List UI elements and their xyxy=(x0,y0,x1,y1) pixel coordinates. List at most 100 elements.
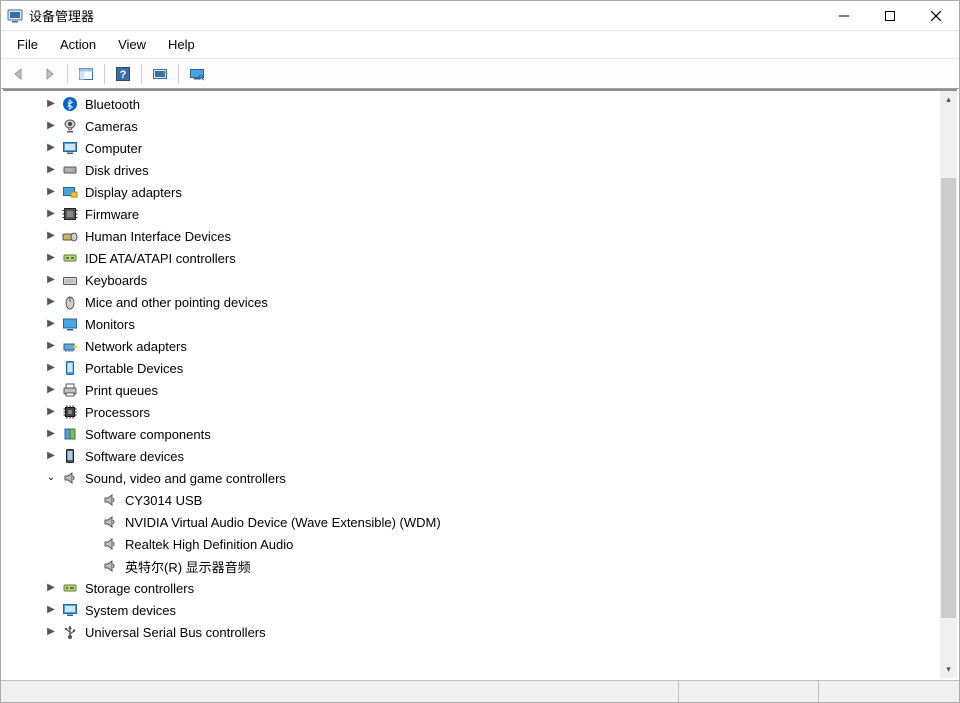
chevron-right-icon[interactable]: ▶ xyxy=(43,117,59,133)
ide-controller-icon xyxy=(61,250,79,266)
tree-item-monitors[interactable]: ▶ Monitors xyxy=(3,313,940,335)
tree-item-processors[interactable]: ▶ Processors xyxy=(3,401,940,423)
tree-item-cameras[interactable]: ▶ Cameras xyxy=(3,115,940,137)
chevron-right-icon[interactable]: ▶ xyxy=(43,293,59,309)
tree-item-sound[interactable]: ⌄ Sound, video and game controllers xyxy=(3,467,940,489)
tree-item-mice[interactable]: ▶ Mice and other pointing devices xyxy=(3,291,940,313)
chevron-right-icon[interactable]: ▶ xyxy=(43,447,59,463)
menu-file[interactable]: File xyxy=(7,33,48,56)
device-tree: ▶ Bluetooth ▶ Cameras ▶ Compu xyxy=(3,89,957,678)
speaker-icon xyxy=(101,492,119,508)
tree-item-usb-controllers[interactable]: ▶ Universal Serial Bus controllers xyxy=(3,621,940,643)
monitor-icon xyxy=(61,316,79,332)
tree-item-bluetooth[interactable]: ▶ Bluetooth xyxy=(3,93,940,115)
tree-item-display-adapters[interactable]: ▶ Display adapters xyxy=(3,181,940,203)
scroll-up-button[interactable]: ▴ xyxy=(940,91,957,108)
maximize-button[interactable] xyxy=(867,1,913,30)
software-device-icon xyxy=(61,448,79,464)
menu-help[interactable]: Help xyxy=(158,33,205,56)
minimize-button[interactable] xyxy=(821,1,867,30)
chevron-right-icon[interactable]: ▶ xyxy=(43,579,59,595)
status-cell xyxy=(679,681,819,702)
hid-icon xyxy=(61,228,79,244)
tree-item-hid[interactable]: ▶ Human Interface Devices xyxy=(3,225,940,247)
tree-item-network-adapters[interactable]: ▶ Network adapters xyxy=(3,335,940,357)
bluetooth-icon xyxy=(61,96,79,112)
chevron-right-icon[interactable]: ▶ xyxy=(43,227,59,243)
window-title: 设备管理器 xyxy=(29,6,94,25)
menu-action[interactable]: Action xyxy=(50,33,106,56)
tree-item-label: Sound, video and game controllers xyxy=(85,471,286,486)
display-adapter-icon xyxy=(61,184,79,200)
vertical-scrollbar[interactable]: ▴ ▾ xyxy=(940,91,957,678)
menu-view[interactable]: View xyxy=(108,33,156,56)
chevron-right-icon[interactable]: ▶ xyxy=(43,359,59,375)
toolbar: ? xyxy=(1,59,959,89)
tree-item-system-devices[interactable]: ▶ System devices xyxy=(3,599,940,621)
chevron-right-icon[interactable]: ▶ xyxy=(43,623,59,639)
tree-item-software-devices[interactable]: ▶ Software devices xyxy=(3,445,940,467)
tree-item-keyboards[interactable]: ▶ Keyboards xyxy=(3,269,940,291)
tree-item-print-queues[interactable]: ▶ Print queues xyxy=(3,379,940,401)
help-button[interactable]: ? xyxy=(109,62,137,86)
portable-device-icon xyxy=(61,360,79,376)
tree-item-realtek-audio[interactable]: ▶ Realtek High Definition Audio xyxy=(3,533,940,555)
scroll-thumb[interactable] xyxy=(941,178,956,618)
chevron-right-icon[interactable]: ▶ xyxy=(43,337,59,353)
tree-item-label: Software devices xyxy=(85,449,184,464)
status-cell xyxy=(819,681,959,702)
camera-icon xyxy=(61,118,79,134)
chevron-right-icon[interactable]: ▶ xyxy=(43,205,59,221)
chevron-right-icon[interactable]: ▶ xyxy=(43,315,59,331)
chevron-right-icon[interactable]: ▶ xyxy=(43,425,59,441)
chevron-right-icon[interactable]: ▶ xyxy=(43,403,59,419)
disk-drive-icon xyxy=(61,162,79,178)
printer-icon xyxy=(61,382,79,398)
chevron-right-icon[interactable]: ▶ xyxy=(43,183,59,199)
chevron-down-icon[interactable]: ⌄ xyxy=(43,469,59,485)
device-manager-window: 设备管理器 File Action View Help xyxy=(0,0,960,703)
tree-item-label: Keyboards xyxy=(85,273,147,288)
tree-item-label: Bluetooth xyxy=(85,97,140,112)
tree-item-disk-drives[interactable]: ▶ Disk drives xyxy=(3,159,940,181)
tree-item-ide[interactable]: ▶ IDE ATA/ATAPI controllers xyxy=(3,247,940,269)
chevron-right-icon[interactable]: ▶ xyxy=(43,381,59,397)
tree-item-computer[interactable]: ▶ Computer xyxy=(3,137,940,159)
tree-item-portable-devices[interactable]: ▶ Portable Devices xyxy=(3,357,940,379)
status-bar xyxy=(1,680,959,702)
tree-item-cy3014-usb[interactable]: ▶ CY3014 USB xyxy=(3,489,940,511)
tree-item-label: IDE ATA/ATAPI controllers xyxy=(85,251,236,266)
chevron-right-icon[interactable]: ▶ xyxy=(43,249,59,265)
usb-icon xyxy=(61,624,79,640)
chevron-right-icon[interactable]: ▶ xyxy=(43,601,59,617)
chevron-right-icon[interactable]: ▶ xyxy=(43,139,59,155)
tree-item-label: Display adapters xyxy=(85,185,182,200)
tree-item-label: Cameras xyxy=(85,119,138,134)
tree-item-firmware[interactable]: ▶ Firmware xyxy=(3,203,940,225)
chevron-right-icon[interactable]: ▶ xyxy=(43,95,59,111)
tree-item-label: Human Interface Devices xyxy=(85,229,231,244)
firmware-icon xyxy=(61,206,79,222)
scroll-down-button[interactable]: ▾ xyxy=(940,661,957,678)
tree-item-nvidia-virtual-audio[interactable]: ▶ NVIDIA Virtual Audio Device (Wave Exte… xyxy=(3,511,940,533)
tree-item-label: NVIDIA Virtual Audio Device (Wave Extens… xyxy=(125,515,441,530)
tree-item-software-components[interactable]: ▶ Software components xyxy=(3,423,940,445)
speaker-icon xyxy=(101,558,119,574)
chevron-right-icon[interactable]: ▶ xyxy=(43,161,59,177)
forward-button[interactable] xyxy=(35,62,63,86)
speaker-icon xyxy=(101,514,119,530)
device-manager-icon xyxy=(7,8,23,24)
storage-controller-icon xyxy=(61,580,79,596)
tree-item-intel-display-audio[interactable]: ▶ 英特尔(R) 显示器音频 xyxy=(3,555,940,577)
chevron-right-icon[interactable]: ▶ xyxy=(43,271,59,287)
monitor-action-button[interactable] xyxy=(183,62,211,86)
speaker-icon xyxy=(61,470,79,486)
system-device-icon xyxy=(61,602,79,618)
scroll-track[interactable] xyxy=(940,108,957,661)
tree-item-label: System devices xyxy=(85,603,176,618)
tree-item-storage-controllers[interactable]: ▶ Storage controllers xyxy=(3,577,940,599)
back-button[interactable] xyxy=(5,62,33,86)
show-hide-console-tree-button[interactable] xyxy=(72,62,100,86)
scan-hardware-button[interactable] xyxy=(146,62,174,86)
close-button[interactable] xyxy=(913,1,959,30)
